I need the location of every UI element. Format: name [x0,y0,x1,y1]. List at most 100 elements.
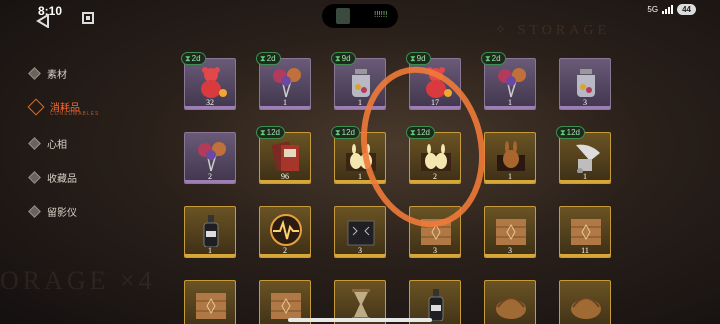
lollipop-bundle-icon [273,68,301,98]
item-quantity: 1 [283,98,287,107]
sidebar-item-consumables[interactable]: 消耗品 CONSUMABLES [27,98,98,117]
storage-watermark-bottom: ORAGE ×4 [0,266,156,295]
inventory-slot[interactable]: 3 [559,58,611,110]
item-quantity: 3 [508,246,512,255]
item-quantity: 1 [508,98,512,107]
sidebar-item-label: 心相 [47,140,67,151]
item-quantity: 2 [283,246,287,255]
sidebar-item-label: 收藏品 [47,174,77,185]
expiry-badge: ⧗12d [556,126,585,139]
sidebar-item-label: 留影仪 [47,208,77,219]
inventory-slot[interactable] [184,280,236,324]
expiry-badge: ⧗2d [181,52,206,65]
card-pack-icon [271,141,299,171]
basket-icon [496,297,526,319]
gummy-bear-icon [201,67,227,98]
hourglass-icon: ⧗ [185,54,191,63]
bunny-chocolate-icon [497,141,525,171]
storage-watermark-top: ✧ STORAGE [494,23,610,38]
expiry-label: 12d [266,128,280,137]
inventory-slot[interactable]: 1 ⧗2d [481,52,536,110]
inventory-slot[interactable]: 96 ⧗12d [256,126,311,184]
inventory-slot[interactable]: 1 ⧗12d [556,126,611,184]
hourglass-icon: ⧗ [335,54,341,63]
home-square-icon[interactable] [82,12,94,24]
diamond-icon [28,137,41,150]
item-quantity: 2 [208,172,212,181]
battery-indicator: 44 [677,4,696,15]
diamond-icon [28,205,41,218]
dynamic-island: !!!!!! [322,4,398,28]
sidebar-item-heart[interactable]: 心相 [28,136,67,151]
hourglass-icon: ⧗ [560,128,566,137]
storage-screen: ✧ STORAGE ORAGE ×4 8:10 !!!!!! 5G 44 素材 … [0,0,720,324]
bottle-icon [203,215,219,247]
expiry-label: 12d [341,128,355,137]
item-quantity: 1 [583,172,587,181]
inventory-slot[interactable] [559,280,611,324]
inventory-slot[interactable]: 32 ⧗2d [181,52,236,110]
lollipop-bundle-icon [198,142,226,172]
expiry-label: 9d [416,54,426,63]
inventory-slot[interactable]: 1 ⧗2d [256,52,311,110]
hourglass-icon: ⧗ [410,54,416,63]
wooden-crate-icon [571,219,601,245]
sidebar-item-recorder[interactable]: 留影仪 [28,204,77,219]
inventory-slot[interactable]: 1 [184,206,236,258]
expiry-badge: ⧗12d [256,126,285,139]
item-quantity: 3 [433,246,437,255]
expiry-label: 2d [191,54,201,63]
expiry-badge: ⧗2d [256,52,281,65]
sidebar-item-sublabel: CONSUMABLES [50,111,100,117]
expiry-label: 2d [266,54,276,63]
item-quantity: 1 [208,246,212,255]
wooden-crate-icon [196,293,226,319]
island-thumbnail [336,8,350,24]
bottle-icon [428,289,444,321]
expiry-badge: ⧗9d [406,52,431,65]
item-quantity: 96 [281,172,289,181]
back-icon[interactable] [36,14,50,28]
hourglass-icon: ⧗ [485,54,491,63]
signal-bars-icon [662,5,674,14]
inventory-slot[interactable]: 3 [334,206,386,258]
item-quantity: 11 [581,246,589,255]
item-quantity: 32 [206,98,214,107]
expiry-badge: ⧗9d [331,52,356,65]
expiry-badge: ⧗12d [331,126,360,139]
basket-icon [571,297,601,319]
hourglass-icon: ⧗ [335,128,341,137]
hourglass-icon: ⧗ [260,128,266,137]
inventory-slot[interactable]: 2 [184,132,236,184]
heartbeat-orb-icon [270,214,302,246]
inventory-slot[interactable]: 2 [259,206,311,258]
item-quantity: 3 [583,98,587,107]
home-indicator[interactable] [288,318,432,322]
inventory-slot[interactable]: 11 [559,206,611,258]
expiry-label: 9d [341,54,351,63]
expiry-badge: ⧗2d [481,52,506,65]
hourglass-icon: ⧗ [260,54,266,63]
item-quantity: 3 [358,246,362,255]
expiry-label: 2d [491,54,501,63]
inventory-slot[interactable]: 1 [484,132,536,184]
item-quantity: 1 [508,172,512,181]
expiry-label: 12d [566,128,580,137]
island-indicator: !!!!!! [374,10,388,19]
gramophone-icon [576,144,600,173]
signal-label: 5G [647,4,659,14]
diamond-icon [27,98,45,115]
hourglass-icon [352,289,370,320]
sidebar-item-collectibles[interactable]: 收藏品 [28,170,77,185]
sidebar-item-materials[interactable]: 素材 [28,66,67,81]
wooden-crate-icon [496,219,526,245]
diamond-icon [28,67,41,80]
candy-jar-icon [577,69,595,97]
lollipop-bundle-icon [498,68,526,98]
diamond-icon [28,171,41,184]
sidebar-item-label: 素材 [47,70,67,81]
inventory-slot[interactable] [484,280,536,324]
inventory-slot[interactable]: 3 [484,206,536,258]
music-box-icon [347,220,375,246]
system-indicators: 5G 44 [647,4,696,15]
